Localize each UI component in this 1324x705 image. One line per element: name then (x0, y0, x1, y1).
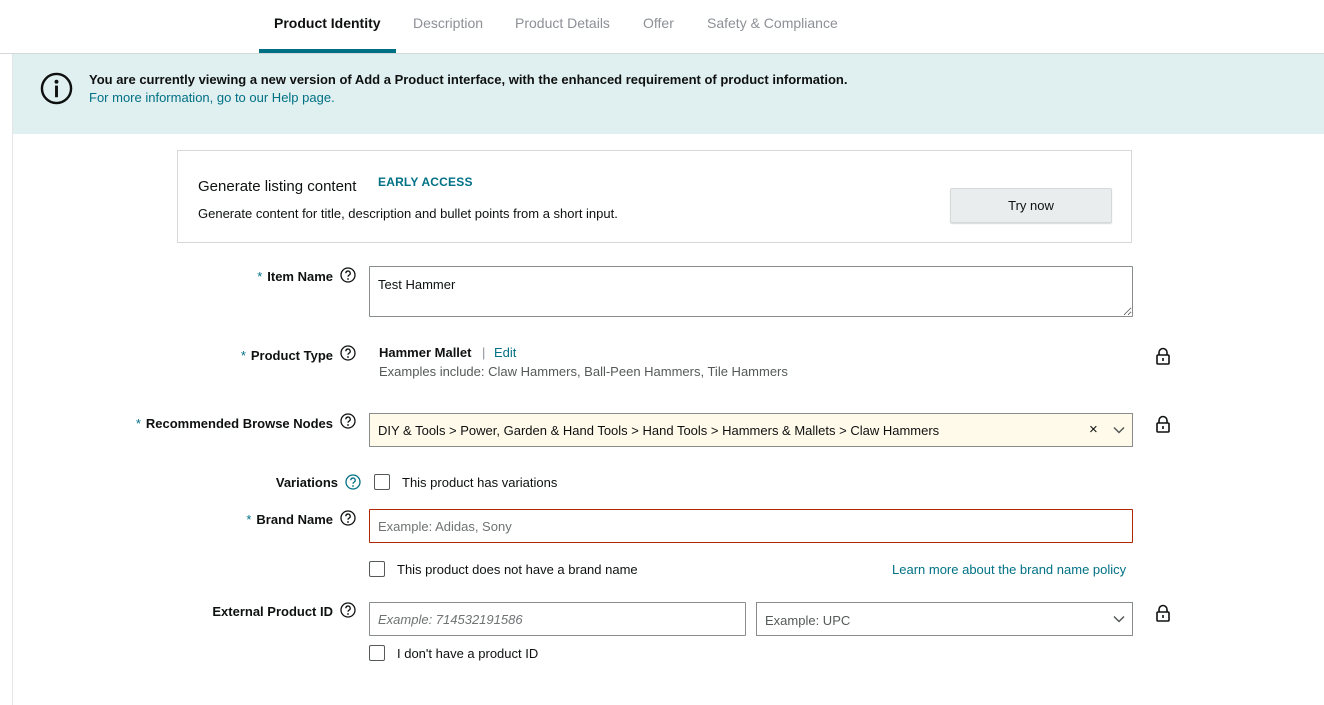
no-product-id-checkbox[interactable] (369, 645, 385, 661)
tab-safety-compliance[interactable]: Safety & Compliance (707, 0, 838, 53)
brand-name-label: * Brand Name (246, 512, 333, 527)
lock-icon (1156, 415, 1170, 433)
info-icon (40, 72, 73, 105)
tab-description[interactable]: Description (413, 0, 483, 53)
browse-nodes-label: * Recommended Browse Nodes (136, 416, 333, 431)
external-id-type-select[interactable]: Example: UPC (756, 602, 1133, 636)
help-question-icon[interactable] (340, 267, 356, 283)
variations-label: Variations (275, 475, 338, 490)
clear-icon[interactable]: × (1089, 421, 1098, 438)
help-question-icon[interactable] (345, 474, 361, 490)
required-marker: * (246, 512, 252, 527)
help-question-icon[interactable] (340, 602, 356, 618)
tab-bar: Product Identity Description Product Det… (0, 0, 1324, 54)
help-page-link[interactable]: For more information, go to our Help pag… (89, 90, 335, 105)
info-banner: You are currently viewing a new version … (13, 54, 1324, 134)
help-question-icon[interactable] (340, 345, 356, 361)
lock-icon (1156, 347, 1170, 365)
product-identity-page: You are currently viewing a new version … (12, 54, 1324, 705)
banner-message: You are currently viewing a new version … (89, 72, 848, 87)
variations-checkbox-label: This product has variations (402, 475, 558, 490)
external-id-type-value: Example: UPC (765, 613, 851, 628)
tab-product-details[interactable]: Product Details (515, 0, 610, 53)
help-question-icon[interactable] (340, 413, 356, 429)
required-marker: * (257, 269, 263, 284)
external-id-input[interactable] (369, 602, 746, 636)
help-question-icon[interactable] (340, 510, 356, 526)
brand-name-input[interactable] (369, 509, 1133, 543)
chevron-down-icon[interactable] (1113, 424, 1125, 436)
product-type-edit-link[interactable]: Edit (494, 345, 516, 360)
no-brand-checkbox[interactable] (369, 561, 385, 577)
product-type-separator: | (482, 345, 486, 360)
variations-checkbox[interactable] (374, 474, 390, 490)
brand-name-label-text: Brand Name (256, 512, 333, 527)
browse-nodes-select[interactable]: DIY & Tools > Power, Garden & Hand Tools… (369, 413, 1133, 447)
item-name-label: * Item Name (257, 269, 333, 284)
try-now-button[interactable]: Try now (950, 188, 1112, 223)
product-type-label: * Product Type (241, 348, 333, 363)
browse-nodes-label-text: Recommended Browse Nodes (145, 416, 333, 431)
product-type-label-text: Product Type (250, 348, 333, 363)
generate-title: Generate listing content (198, 178, 357, 195)
external-id-label: External Product ID (212, 604, 333, 619)
browse-nodes-value: DIY & Tools > Power, Garden & Hand Tools… (378, 423, 940, 438)
no-product-id-checkbox-label: I don't have a product ID (397, 646, 539, 661)
brand-policy-link[interactable]: Learn more about the brand name policy (892, 562, 1126, 577)
generate-listing-panel: Generate listing content EARLY ACCESS Ge… (177, 150, 1132, 243)
early-access-badge: EARLY ACCESS (378, 175, 473, 189)
item-name-label-text: Item Name (267, 269, 333, 284)
generate-description: Generate content for title, description … (198, 206, 618, 221)
tab-product-identity[interactable]: Product Identity (259, 0, 396, 53)
tab-offer[interactable]: Offer (643, 0, 674, 53)
item-name-input[interactable]: Test Hammer (369, 266, 1133, 317)
chevron-down-icon[interactable] (1113, 613, 1125, 625)
no-brand-checkbox-label: This product does not have a brand name (397, 562, 638, 577)
product-type-value: Hammer Mallet (379, 345, 472, 360)
required-marker: * (135, 416, 141, 431)
lock-icon (1156, 604, 1170, 622)
product-type-examples: Examples include: Claw Hammers, Ball-Pee… (379, 364, 788, 379)
required-marker: * (240, 348, 246, 363)
